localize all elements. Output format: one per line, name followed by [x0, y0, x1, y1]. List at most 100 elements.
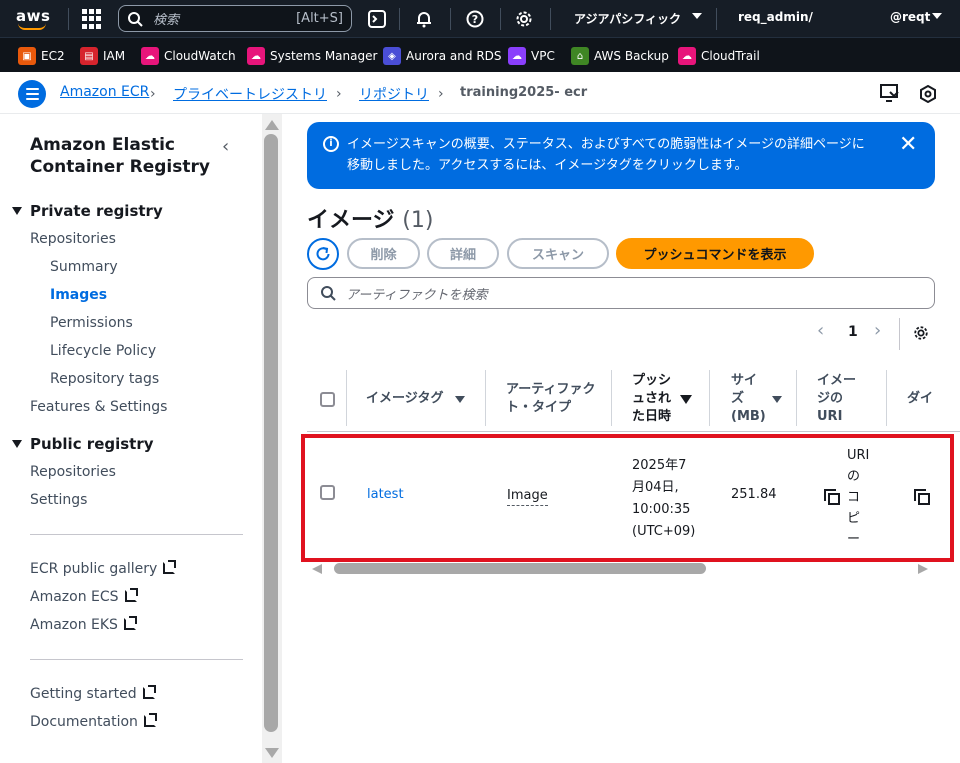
menu-icon[interactable] [18, 80, 46, 108]
next-page-icon[interactable]: › [874, 320, 881, 341]
favorite-label: Systems Manager [270, 49, 378, 63]
close-icon[interactable]: ✕ [899, 132, 917, 157]
details-button[interactable]: 詳細 [427, 238, 499, 269]
breadcrumb-repositories[interactable]: リポジトリ [359, 84, 429, 104]
services-grid-icon[interactable] [82, 9, 102, 29]
external-link-icon [143, 713, 157, 727]
sidebar-item-permissions[interactable]: Permissions [50, 315, 133, 331]
top-navigation: aws 検索 [Alt+S] ? アジアパシフィック req_admin/ @r… [0, 0, 960, 37]
favorite-aws-backup[interactable]: ⌂ AWS Backup [571, 46, 669, 66]
favorite-aurora-rds[interactable]: ◈ Aurora and RDS [383, 46, 502, 66]
column-header-pushed-at[interactable]: プッシュされた日時 [632, 366, 692, 432]
link-label: Documentation [30, 714, 138, 730]
breadcrumb-current: training2025- ecr [460, 85, 588, 100]
favorite-ec2[interactable]: ▣ EC2 [18, 46, 65, 66]
column-divider [709, 370, 710, 426]
favorite-vpc[interactable]: ☁ VPC [508, 46, 555, 66]
caret-down-icon [12, 440, 22, 448]
user-menu[interactable]: @reqt [890, 10, 930, 24]
link-amazon-ecs[interactable]: Amazon ECS [30, 588, 138, 605]
link-documentation[interactable]: Documentation [30, 713, 157, 730]
scroll-left-icon[interactable] [312, 564, 322, 574]
column-header-digest[interactable]: ダイ [907, 366, 960, 432]
scrollbar-thumb[interactable] [334, 563, 706, 574]
scrollbar-thumb[interactable] [264, 134, 278, 732]
column-header-uri[interactable]: イメージのURI [817, 366, 865, 432]
header-label: イメージタグ [366, 391, 444, 406]
favorite-label: Aurora and RDS [406, 49, 502, 63]
previous-page-icon[interactable]: ‹ [817, 320, 824, 341]
favorite-cloudtrail[interactable]: ☁ CloudTrail [678, 46, 760, 66]
account-menu[interactable]: req_admin/ [738, 10, 813, 24]
sort-descending-icon [680, 394, 692, 404]
sidebar-item-repository-tags[interactable]: Repository tags [50, 371, 159, 387]
chevron-left-icon[interactable]: ‹ [222, 136, 229, 157]
favorite-label: CloudWatch [164, 49, 236, 63]
favorite-systems-manager[interactable]: ☁ Systems Manager [247, 46, 377, 66]
caret-down-icon [12, 207, 22, 215]
scroll-down-icon[interactable] [265, 748, 279, 758]
global-search-input[interactable]: 検索 [Alt+S] [118, 5, 352, 32]
aws-smile-icon [18, 23, 46, 30]
header-label: プッシュされた日時 [632, 373, 672, 424]
table-horizontal-scrollbar[interactable] [312, 562, 932, 576]
help-icon[interactable]: ? [465, 9, 485, 29]
refresh-button[interactable] [307, 238, 339, 270]
settings-hex-icon[interactable] [919, 84, 937, 107]
svg-text:?: ? [472, 13, 478, 26]
feedback-icon[interactable] [880, 84, 900, 106]
view-push-commands-button[interactable]: プッシュコマンドを表示 [616, 238, 814, 269]
current-page[interactable]: 1 [848, 324, 858, 340]
public-registry-heading[interactable]: Public registry [12, 435, 154, 453]
artifact-search-input[interactable]: アーティファクトを検索 [307, 277, 935, 309]
sidebar-item-repositories[interactable]: Repositories [30, 231, 116, 247]
sidebar-item-public-settings[interactable]: Settings [30, 492, 87, 508]
favorite-iam[interactable]: ▤ IAM [80, 46, 125, 66]
rds-icon: ◈ [383, 47, 401, 65]
nav-divider [500, 8, 501, 30]
external-link-icon [142, 685, 156, 699]
gear-icon[interactable] [514, 9, 534, 29]
scan-button[interactable]: スキャン [507, 238, 609, 269]
refresh-icon [316, 247, 330, 261]
region-selector[interactable]: アジアパシフィック [574, 10, 681, 27]
breadcrumb-private-registry[interactable]: プライベートレジストリ [173, 84, 327, 104]
bell-icon[interactable] [414, 9, 434, 29]
private-registry-heading[interactable]: Private registry [12, 202, 163, 220]
section-label: Private registry [30, 202, 163, 220]
sidebar-item-images[interactable]: Images [50, 287, 107, 303]
favorite-cloudwatch[interactable]: ☁ CloudWatch [141, 46, 236, 66]
favorite-label: IAM [103, 49, 126, 63]
table-preferences-gear-icon[interactable] [913, 325, 929, 345]
ec2-icon: ▣ [18, 47, 36, 65]
search-icon [321, 286, 336, 301]
sidebar-item-public-repositories[interactable]: Repositories [30, 464, 116, 480]
sidebar-item-summary[interactable]: Summary [50, 259, 118, 275]
external-link-icon [124, 588, 138, 602]
column-header-artifact-type[interactable]: アーティファクト・タイプ [506, 366, 598, 432]
column-header-tag[interactable]: イメージタグ [366, 366, 476, 432]
flash-message: イメージスキャンの概要、ステータス、およびすべての脆弱性はイメージの詳細ページに… [347, 137, 865, 173]
link-ecr-public-gallery[interactable]: ECR public gallery [30, 560, 177, 577]
column-header-size[interactable]: サイズ (MB) [731, 366, 782, 432]
sidebar-item-lifecycle-policy[interactable]: Lifecycle Policy [50, 343, 156, 359]
link-getting-started[interactable]: Getting started [30, 685, 156, 702]
column-divider [485, 370, 486, 426]
breadcrumb-ecr[interactable]: Amazon ECR [60, 84, 149, 100]
pager-divider [899, 318, 900, 350]
external-link-icon [163, 560, 177, 574]
section-label: Public registry [30, 435, 154, 453]
scroll-up-icon[interactable] [265, 120, 279, 130]
sort-caret-icon [771, 395, 782, 403]
header-label: イメージのURI [817, 373, 857, 424]
select-all-checkbox[interactable] [320, 366, 335, 432]
cloudshell-icon[interactable] [367, 9, 387, 29]
sidebar-scrollbar[interactable] [262, 114, 282, 763]
sidebar-divider [30, 534, 243, 535]
delete-button[interactable]: 削除 [347, 238, 420, 269]
sidebar-item-features-settings[interactable]: Features & Settings [30, 399, 167, 415]
link-amazon-eks[interactable]: Amazon EKS [30, 616, 137, 633]
column-divider [796, 370, 797, 426]
scroll-right-icon[interactable] [918, 564, 928, 574]
aws-logo[interactable]: aws [16, 6, 52, 32]
